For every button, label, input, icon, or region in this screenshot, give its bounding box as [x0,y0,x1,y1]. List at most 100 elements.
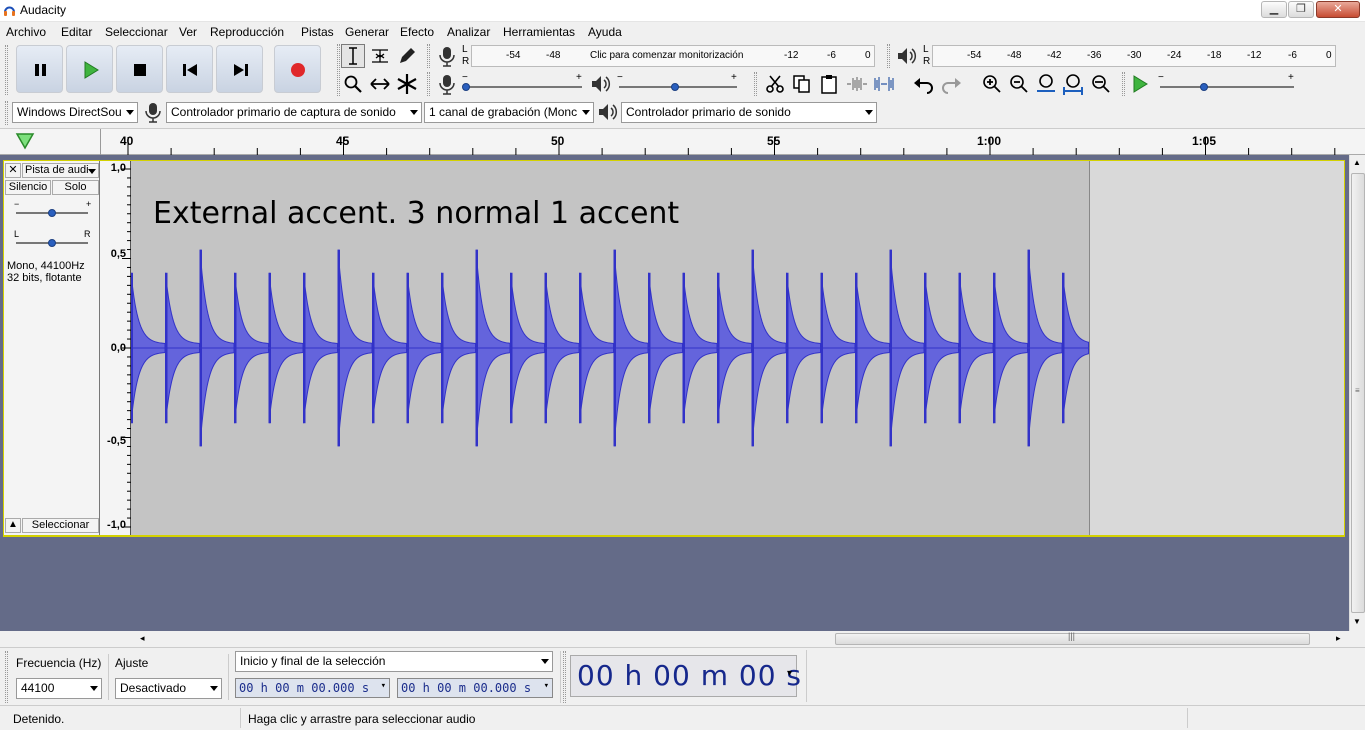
playback-volume-slider[interactable]: − + [617,72,741,94]
toolbar-grip[interactable] [563,651,566,703]
menu-herramientas[interactable]: Herramientas [503,25,575,39]
selection-end-time[interactable]: 00 h 00 m 00.000 s ▾ [397,678,553,698]
menu-analizar[interactable]: Analizar [447,25,490,39]
toolbar-grip[interactable] [1122,72,1125,96]
cut-button[interactable] [763,72,787,96]
zoom-toggle-button[interactable] [1088,72,1112,96]
recording-volume-slider[interactable]: − + [462,72,586,94]
skip-to-end-button[interactable] [216,45,263,93]
undo-button[interactable] [912,72,936,96]
toolbar-grip[interactable] [5,651,8,703]
menu-seleccionar[interactable]: Seleccionar [105,25,168,39]
toolbar-grip[interactable] [5,45,8,95]
zoom-in-button[interactable] [980,72,1004,96]
select-track-button[interactable]: Seleccionar [22,518,99,533]
slider-knob[interactable] [671,83,679,91]
draw-tool[interactable] [395,44,419,68]
asterisk-icon [397,74,417,94]
menu-efecto[interactable]: Efecto [400,25,434,39]
playback-meter[interactable]: -54 -48 -42 -36 -30 -24 -18 -12 -6 0 [932,45,1336,67]
menu-pistas[interactable]: Pistas [301,25,334,39]
envelope-tool[interactable] [368,44,392,68]
record-button[interactable] [274,45,321,93]
toolbar-grip[interactable] [5,101,8,125]
mute-button[interactable]: Silencio [5,180,51,195]
stop-icon [134,64,146,76]
vertical-scroll-thumb[interactable]: ≡ [1351,173,1365,613]
slider-knob[interactable] [48,209,56,217]
gain-slider[interactable]: − + [12,199,92,221]
playback-device-select[interactable]: Controlador primario de sonido [621,102,877,123]
menu-generar[interactable]: Generar [345,25,389,39]
pause-button[interactable] [16,45,63,93]
project-rate-select[interactable]: 44100 [16,678,102,699]
amplitude-ruler[interactable]: 1,0 0,5 0,0 -0,5 -1,0 [100,161,131,535]
skip-to-start-button[interactable] [166,45,213,93]
status-state: Detenido. [13,712,65,726]
clip-label[interactable]: External accent. 3 normal 1 accent [153,196,679,231]
audacity-logo-icon [4,6,15,16]
horizontal-scrollbar[interactable]: ◂ ||| ▸ [0,631,1349,647]
project-rate-label: Frecuencia (Hz) [16,656,102,670]
toolbar-grip[interactable] [337,44,340,96]
collapse-track-button[interactable]: ▲ [5,518,21,533]
selection-end-value: 00 h 00 m 00.000 s [401,681,532,695]
play-button[interactable] [66,45,113,93]
play-icon [1133,75,1148,93]
zoom-tool[interactable] [341,72,365,96]
meter-tick-label: -30 [1127,50,1142,61]
pan-slider[interactable]: LR [12,229,92,249]
menu-ayuda[interactable]: Ayuda [588,25,622,39]
toolbar-grip[interactable] [427,44,430,68]
record-meter[interactable]: -54 -48 Clic para comenzar monitorizació… [471,45,875,67]
multi-tool[interactable] [395,72,419,96]
audio-host-select[interactable]: Windows DirectSou [12,102,138,123]
empty-track-region[interactable] [1089,161,1344,535]
menu-ver[interactable]: Ver [179,25,197,39]
timeline-ruler[interactable]: 40 45 50 55 1:00 1:05 [0,128,1365,156]
close-button[interactable]: ✕ [1316,1,1360,18]
minimize-button[interactable]: ▁ [1261,1,1287,18]
redo-icon [942,78,961,94]
solo-button[interactable]: Solo [52,180,99,195]
slider-knob[interactable] [48,239,56,247]
selection-mode-select[interactable]: Inicio y final de la selección [235,651,553,672]
toolbar-grip[interactable] [887,44,890,68]
trim-button[interactable] [845,72,869,96]
selection-tool[interactable] [341,44,365,68]
selection-start-time[interactable]: 00 h 00 m 00.000 s ▾ [235,678,390,698]
playback-speed-slider[interactable]: − + [1158,72,1296,94]
menu-archivo[interactable]: Archivo [6,25,46,39]
toolbar-grip[interactable] [754,72,757,96]
meter-tick-label: -6 [1288,50,1297,61]
track-menu-button[interactable]: Pista de audi [22,163,99,178]
menu-editar[interactable]: Editar [61,25,92,39]
fit-selection-button[interactable] [1034,72,1058,96]
recording-channels-select[interactable]: 1 canal de grabación (Monc [424,102,594,123]
paste-button[interactable] [817,72,841,96]
zoom-out-button[interactable] [1007,72,1031,96]
audio-position-display[interactable]: 00 h 00 m 00 s ▾ [570,655,801,697]
restore-button[interactable]: ❐ [1288,1,1314,18]
time-shift-tool[interactable] [368,72,392,96]
scroll-right-arrow[interactable]: ▸ [1336,633,1341,644]
menu-reproduccion[interactable]: Reproducción [210,25,284,39]
recording-device-select[interactable]: Controlador primario de captura de sonid… [166,102,422,123]
vertical-scrollbar[interactable]: ▲ ≡ ▼ [1349,155,1365,631]
scroll-left-arrow[interactable]: ◂ [140,633,145,644]
play-at-speed-button[interactable] [1128,72,1152,96]
horizontal-scroll-thumb[interactable]: ||| [835,631,1310,645]
slider-knob[interactable] [462,83,470,91]
slider-knob[interactable] [1200,83,1208,91]
close-track-button[interactable]: ✕ [5,163,21,178]
redo-button[interactable] [939,72,963,96]
microphone-icon [439,47,455,67]
fit-project-button[interactable] [1061,72,1085,96]
scroll-down-arrow[interactable]: ▼ [1353,617,1361,626]
stop-button[interactable] [116,45,163,93]
silence-button[interactable] [872,72,896,96]
scroll-up-arrow[interactable]: ▲ [1353,158,1361,167]
copy-button[interactable] [790,72,814,96]
snap-select[interactable]: Desactivado [115,678,222,699]
toolbar-grip[interactable] [427,72,430,96]
